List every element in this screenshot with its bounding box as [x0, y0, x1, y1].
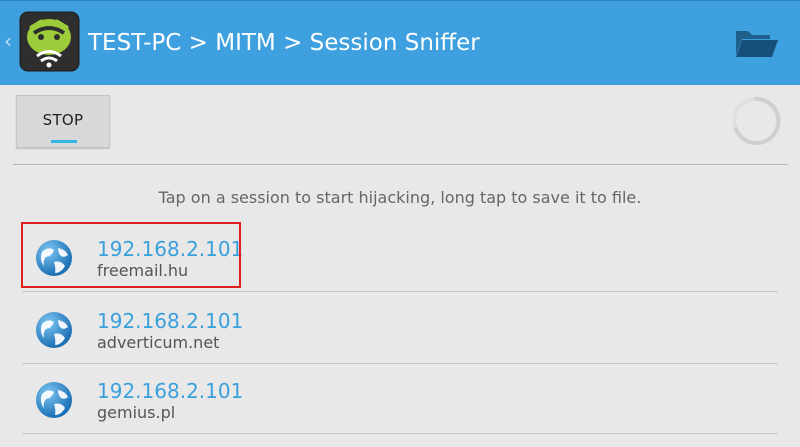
globe-icon — [34, 310, 74, 350]
list-item[interactable]: 192.168.2.101 gemius.pl — [22, 364, 778, 434]
folder-open-icon[interactable] — [732, 25, 780, 59]
android-wifi-icon[interactable] — [19, 11, 80, 72]
stop-button[interactable]: STOP — [16, 95, 110, 148]
divider — [13, 164, 788, 165]
instruction-text: Tap on a session to start hijacking, lon… — [158, 188, 642, 207]
session-ip: 192.168.2.101 — [97, 309, 244, 333]
session-ip: 192.168.2.101 — [97, 379, 244, 403]
page-title: TEST-PC > MITM > Session Sniffer — [88, 30, 480, 56]
action-bar: ‹ TEST-PC > MITM > Session Sniffer — [0, 0, 800, 85]
session-host: gemius.pl — [97, 403, 176, 422]
globe-icon — [34, 380, 74, 420]
divider — [22, 291, 778, 292]
divider — [22, 433, 778, 434]
stop-button-label: STOP — [42, 111, 84, 129]
chevron-left-icon[interactable]: ‹ — [4, 29, 16, 53]
stop-active-indicator — [51, 140, 77, 143]
progress-spinner-icon — [730, 95, 782, 147]
selection-highlight — [21, 222, 241, 288]
list-item[interactable]: 192.168.2.101 adverticum.net — [22, 294, 778, 364]
session-host: adverticum.net — [97, 333, 220, 352]
